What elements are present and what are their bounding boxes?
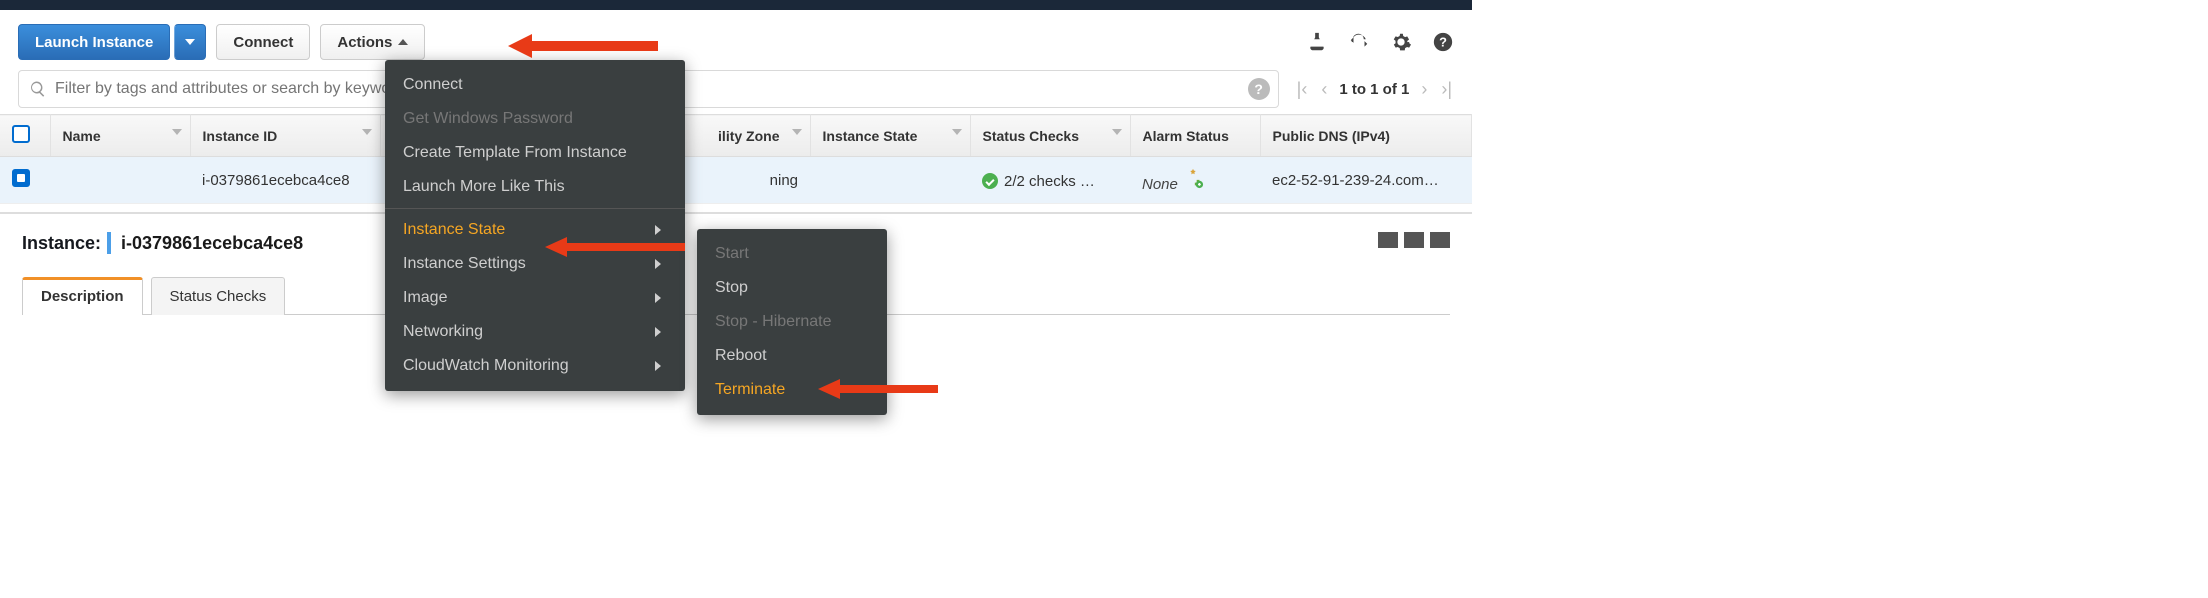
- actions-menu: Connect Get Windows Password Create Temp…: [385, 60, 685, 391]
- tab-status-checks[interactable]: Status Checks: [151, 277, 286, 315]
- tab-description[interactable]: Description: [22, 277, 143, 315]
- help-icon[interactable]: ?: [1432, 31, 1454, 53]
- checkbox-icon: [12, 125, 30, 143]
- search-help-icon[interactable]: ?: [1248, 78, 1270, 100]
- actions-button[interactable]: Actions: [320, 24, 425, 60]
- cell-name: [50, 157, 190, 204]
- instance-state-submenu: Start Stop Stop - Hibernate Reboot Termi…: [697, 229, 887, 415]
- gear-icon[interactable]: [1390, 31, 1412, 53]
- menu-instance-state[interactable]: Instance State: [385, 213, 685, 247]
- pager: |‹ ‹ 1 to 1 of 1 › ›|: [1295, 79, 1454, 100]
- pager-first[interactable]: |‹: [1295, 79, 1310, 100]
- menu-cloudwatch[interactable]: CloudWatch Monitoring: [385, 349, 685, 383]
- layout-full-icon[interactable]: [1378, 232, 1398, 248]
- alarm-add-icon[interactable]: [1182, 167, 1204, 189]
- col-instance-state[interactable]: Instance State: [810, 115, 970, 157]
- col-checkbox[interactable]: [0, 115, 50, 157]
- pager-last[interactable]: ›|: [1439, 79, 1454, 100]
- submenu-stop-hibernate: Stop - Hibernate: [697, 305, 887, 339]
- cell-instance-id: i-0379861ecebca4ce8: [190, 157, 380, 204]
- toolbar: Launch Instance Connect Actions ?: [0, 10, 1472, 70]
- col-alarm-status[interactable]: Alarm Status: [1130, 115, 1260, 157]
- window-header: [0, 0, 1472, 10]
- layout-bottom-icon[interactable]: [1430, 232, 1450, 248]
- col-name[interactable]: Name: [50, 115, 190, 157]
- col-status-checks[interactable]: Status Checks: [970, 115, 1130, 157]
- cell-public-dns: ec2-52-91-239-24.com…: [1260, 157, 1472, 204]
- table-row[interactable]: i-0379861ecebca4ce8 ning 2/2 checks … No…: [0, 157, 1472, 204]
- chevron-up-icon: [398, 39, 408, 45]
- cell-alarm-status: None: [1130, 157, 1260, 204]
- actions-label: Actions: [337, 34, 392, 51]
- layout-split-icon[interactable]: [1404, 232, 1424, 248]
- launch-instance-button[interactable]: Launch Instance: [18, 24, 170, 60]
- chevron-right-icon: [655, 361, 661, 371]
- menu-launch-more[interactable]: Launch More Like This: [385, 170, 685, 204]
- menu-connect[interactable]: Connect: [385, 68, 685, 102]
- check-ok-icon: [982, 173, 998, 189]
- flask-icon[interactable]: [1306, 31, 1328, 53]
- row-checkbox[interactable]: [12, 169, 30, 187]
- menu-create-template[interactable]: Create Template From Instance: [385, 136, 685, 170]
- submenu-stop[interactable]: Stop: [697, 271, 887, 305]
- cell-instance-state: [810, 157, 970, 204]
- menu-networking[interactable]: Networking: [385, 315, 685, 349]
- submenu-reboot[interactable]: Reboot: [697, 339, 887, 373]
- chevron-right-icon: [655, 259, 661, 269]
- connect-button[interactable]: Connect: [216, 24, 310, 60]
- chevron-right-icon: [655, 225, 661, 235]
- col-public-dns[interactable]: Public DNS (IPv4): [1260, 115, 1472, 157]
- refresh-icon[interactable]: [1348, 31, 1370, 53]
- pager-label: 1 to 1 of 1: [1339, 81, 1409, 98]
- svg-text:?: ?: [1439, 35, 1447, 50]
- chevron-right-icon: [655, 327, 661, 337]
- search-icon: [29, 80, 47, 98]
- submenu-terminate[interactable]: Terminate: [697, 373, 887, 407]
- cell-status-checks: 2/2 checks …: [970, 157, 1130, 204]
- col-instance-id[interactable]: Instance ID: [190, 115, 380, 157]
- layout-toggles: [1378, 232, 1450, 248]
- menu-get-windows-password: Get Windows Password: [385, 102, 685, 136]
- menu-instance-settings[interactable]: Instance Settings: [385, 247, 685, 281]
- pager-next[interactable]: ›: [1419, 79, 1429, 100]
- launch-instance-dropdown[interactable]: [174, 24, 206, 60]
- instances-table: Name Instance ID ility Zone Instance Sta…: [0, 114, 1472, 204]
- submenu-start: Start: [697, 237, 887, 271]
- chevron-right-icon: [655, 293, 661, 303]
- accent-bar-icon: [107, 232, 111, 254]
- menu-image[interactable]: Image: [385, 281, 685, 315]
- pager-prev[interactable]: ‹: [1319, 79, 1329, 100]
